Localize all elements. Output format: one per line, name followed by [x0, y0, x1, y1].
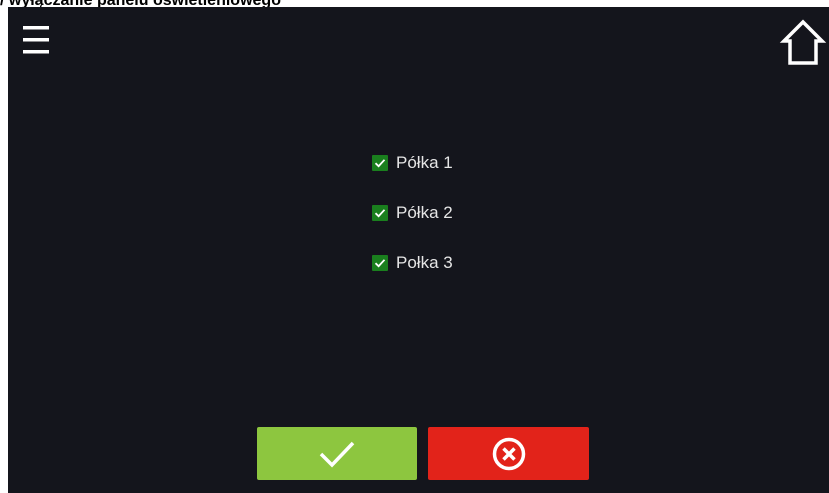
confirm-button[interactable]: [257, 427, 417, 480]
home-icon: [779, 19, 827, 65]
shelf-option-1[interactable]: Półka 1: [372, 151, 453, 175]
checkmark-icon: [374, 209, 386, 218]
shelf-1-checkbox[interactable]: [372, 155, 388, 171]
controller-screen: Półka 1 Półka 2 Połka 3: [8, 7, 829, 493]
shelf-1-label: Półka 1: [396, 153, 453, 172]
menu-button[interactable]: [23, 24, 51, 56]
shelf-option-2[interactable]: Półka 2: [372, 201, 453, 225]
shelf-3-checkbox[interactable]: [372, 255, 388, 271]
cancel-button[interactable]: [428, 427, 589, 480]
shelf-3-label: Połka 3: [396, 253, 453, 272]
shelf-option-3[interactable]: Połka 3: [372, 251, 453, 275]
shelf-options-list: Półka 1 Półka 2 Połka 3: [372, 151, 453, 301]
cancel-circle-x-icon: [492, 437, 525, 470]
hamburger-menu-icon: [23, 26, 49, 54]
checkmark-icon: [374, 159, 386, 168]
checkmark-icon: [319, 441, 355, 468]
home-button[interactable]: [779, 17, 827, 67]
manual-page: / wyłączanie panelu oświetleniowego Półk…: [0, 0, 829, 493]
shelf-2-label: Półka 2: [396, 203, 453, 222]
shelf-2-checkbox[interactable]: [372, 205, 388, 221]
checkmark-icon: [374, 259, 386, 268]
